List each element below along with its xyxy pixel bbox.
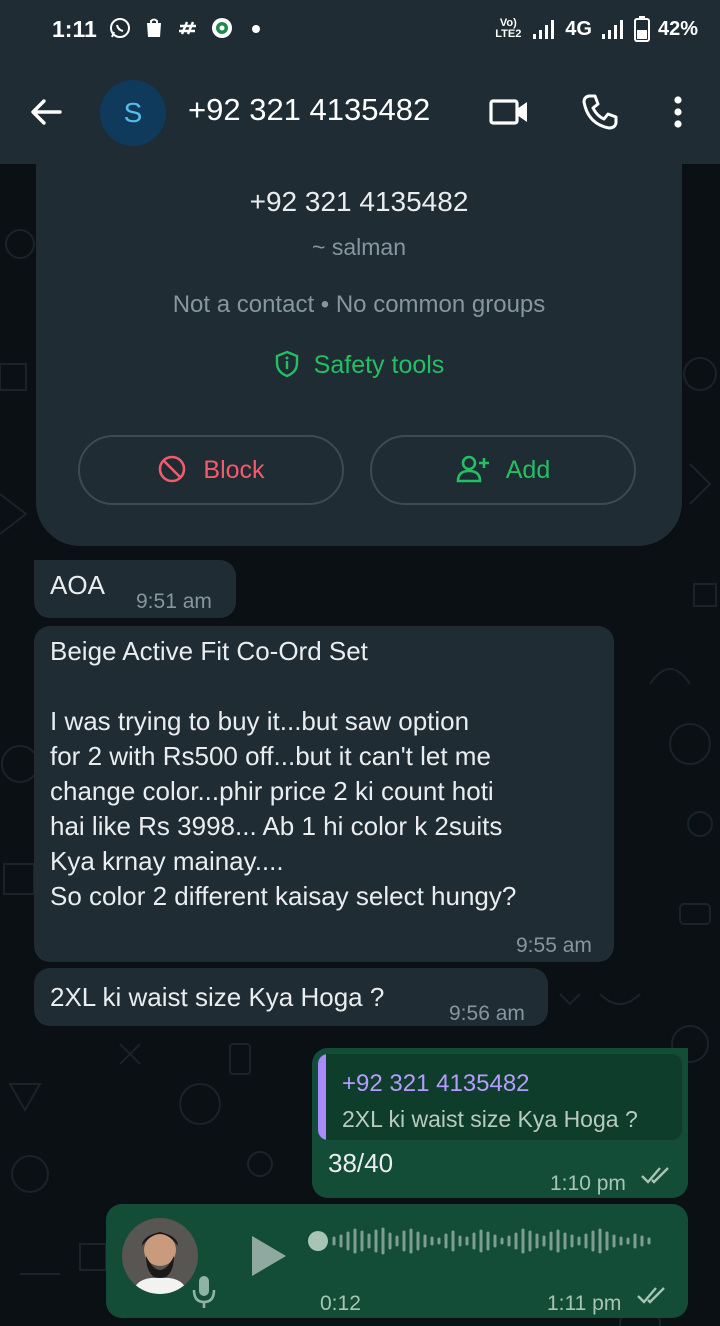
battery-level: 42% bbox=[657, 17, 698, 40]
message-time: 9:51 am bbox=[136, 590, 212, 613]
card-phone-number: +92 321 4135482 bbox=[249, 186, 469, 217]
message-time: 1:10 pm bbox=[550, 1172, 626, 1195]
volte-label: Vo) LTE2 bbox=[495, 17, 522, 40]
phone-icon[interactable] bbox=[580, 92, 620, 132]
battery-icon bbox=[633, 16, 650, 42]
voice-duration: 0:12 bbox=[320, 1292, 361, 1315]
network-type: 4G bbox=[565, 17, 592, 40]
message-time: 9:56 am bbox=[449, 1002, 525, 1025]
quote-sender: +92 321 4135482 bbox=[342, 1070, 530, 1097]
quote-bar bbox=[318, 1054, 326, 1140]
contact-info-card: +92 321 4135482 ~ salman Not a contact •… bbox=[36, 164, 682, 546]
safety-tools-link[interactable]: Safety tools bbox=[36, 350, 682, 380]
signal-icon bbox=[533, 20, 555, 39]
video-call-icon[interactable] bbox=[488, 92, 530, 132]
sender-photo bbox=[122, 1218, 198, 1294]
message-text: 2XL ki waist size Kya Hoga ? bbox=[50, 982, 385, 1012]
quote-text: 2XL ki waist size Kya Hoga ? bbox=[342, 1106, 638, 1132]
add-contact-button[interactable]: Add bbox=[370, 435, 636, 505]
shop-icon bbox=[147, 18, 161, 37]
status-bar: 1:11 Vo) LTE2 4G 42% bbox=[0, 0, 720, 62]
block-button[interactable]: Block bbox=[78, 435, 344, 505]
message-incoming[interactable]: 2XL ki waist size Kya Hoga ? 9:56 am bbox=[34, 968, 548, 1026]
mic-icon bbox=[192, 1276, 216, 1308]
voice-message[interactable]: 0:12 1:11 pm bbox=[106, 1204, 688, 1318]
add-person-icon bbox=[456, 455, 489, 483]
notification-icons bbox=[108, 16, 268, 40]
message-time: 1:11 pm bbox=[547, 1292, 622, 1315]
chat-header: S +92 321 4135482 bbox=[0, 62, 720, 164]
message-text: Beige Active Fit Co-Ord Set I was trying… bbox=[50, 636, 517, 911]
status-time: 1:11 bbox=[52, 16, 97, 42]
add-label: Add bbox=[505, 456, 551, 484]
contact-avatar[interactable]: S bbox=[100, 80, 166, 146]
badge-app-icon bbox=[212, 18, 232, 38]
message-text: 38/40 bbox=[328, 1148, 394, 1178]
more-vert-icon[interactable] bbox=[664, 92, 692, 132]
back-arrow-icon[interactable] bbox=[26, 92, 66, 132]
shield-icon bbox=[275, 350, 298, 378]
block-label: Block bbox=[203, 456, 265, 484]
read-ticks-icon bbox=[637, 1287, 665, 1304]
hashtag-app-icon bbox=[179, 21, 196, 35]
message-incoming[interactable]: Beige Active Fit Co-Ord Set I was trying… bbox=[34, 626, 614, 962]
message-text: AOA bbox=[50, 570, 105, 600]
card-info: Not a contact • No common groups bbox=[172, 291, 546, 318]
dot-icon bbox=[252, 25, 260, 33]
message-time: 9:55 am bbox=[516, 934, 592, 957]
block-icon bbox=[159, 455, 186, 483]
chat-area[interactable]: +92 321 4135482 ~ salman Not a contact •… bbox=[0, 164, 720, 1326]
play-icon[interactable] bbox=[248, 1234, 288, 1278]
card-alias: ~ salman bbox=[312, 234, 406, 260]
voice-waveform[interactable] bbox=[306, 1226, 666, 1256]
signal-icon bbox=[601, 20, 623, 39]
contact-title[interactable]: +92 321 4135482 bbox=[188, 92, 430, 128]
read-ticks-icon bbox=[641, 1167, 669, 1184]
quoted-message[interactable]: +92 321 4135482 2XL ki waist size Kya Ho… bbox=[318, 1054, 682, 1140]
message-incoming[interactable]: AOA 9:51 am bbox=[34, 560, 236, 618]
system-icons: Vo) LTE2 4G 42% bbox=[493, 16, 698, 42]
whatsapp-icon bbox=[110, 18, 130, 38]
message-outgoing[interactable]: +92 321 4135482 2XL ki waist size Kya Ho… bbox=[312, 1048, 688, 1198]
safety-tools-label: Safety tools bbox=[313, 351, 445, 379]
